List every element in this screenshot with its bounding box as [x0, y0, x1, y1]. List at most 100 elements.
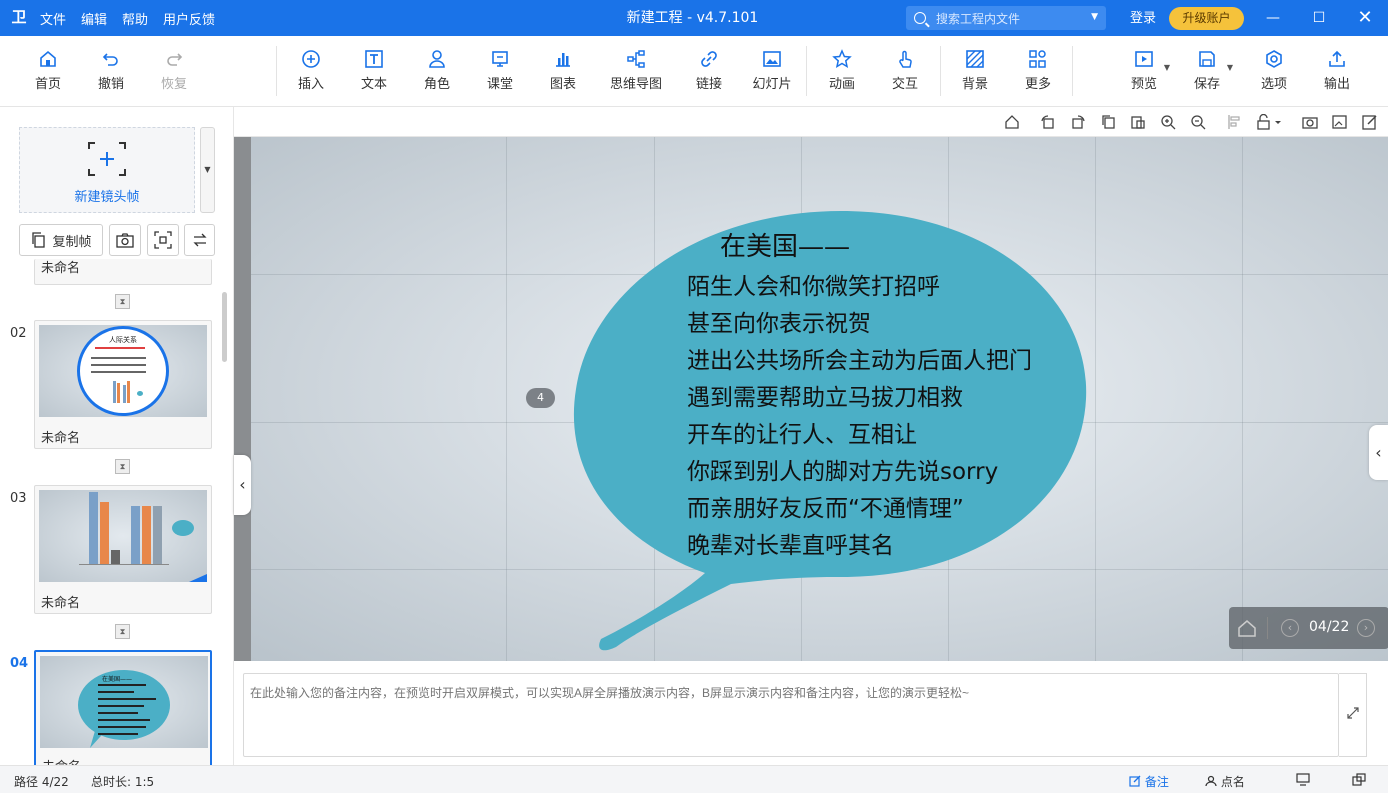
insert-button[interactable]: 插入 — [281, 49, 341, 92]
frame-number-badge[interactable]: 4 — [526, 388, 555, 408]
bar-chart-icon — [556, 53, 570, 67]
chevron-down-icon[interactable]: ▼ — [1164, 63, 1170, 72]
speech-bubble[interactable]: 在美国—— 陌生人会和你微笑打招呼 甚至向你表示祝贺 进出公共场所会主动为后面人… — [571, 209, 1091, 659]
slide-canvas[interactable]: 在美国—— 陌生人会和你微笑打招呼 甚至向你表示祝贺 进出公共场所会主动为后面人… — [251, 137, 1388, 661]
copy-frame-button[interactable]: 复制帧 — [19, 224, 103, 256]
interact-button[interactable]: 交互 — [875, 49, 935, 92]
expand-notes-button[interactable] — [1339, 673, 1367, 757]
toolbar-divider — [1072, 46, 1073, 96]
chevron-down-icon[interactable]: ▼ — [1091, 12, 1098, 22]
chevron-down-icon[interactable]: ▼ — [1227, 63, 1233, 72]
upgrade-button[interactable]: 升级账户 — [1169, 7, 1244, 30]
new-frame-button[interactable]: 新建镜头帧 — [19, 127, 195, 213]
frame-card-02[interactable]: 人际关系 未命名 — [34, 320, 212, 449]
save-icon — [1199, 51, 1215, 67]
grid-line — [1095, 137, 1096, 661]
rollcall-button[interactable]: 点名 — [1205, 773, 1245, 790]
frame-sidebar: 新建镜头帧 ▼ 复制帧 未命名 ⧗ 02 人际关系 未命名 ⧗ 03 未命名 ⧗… — [0, 107, 234, 765]
dual-screen-icon[interactable] — [1352, 773, 1366, 786]
zoom-out-icon[interactable] — [1190, 114, 1206, 130]
lock-icon[interactable] — [1256, 114, 1284, 130]
search-box[interactable]: 搜索工程内文件 ▼ — [906, 6, 1106, 30]
frame-name: 未命名 — [41, 261, 81, 276]
zoom-in-icon[interactable] — [1160, 114, 1176, 130]
slide-line: 而亲朋好友反而“不通情理” — [687, 496, 964, 522]
canvas-toolbar — [234, 107, 1388, 137]
align-left-icon[interactable] — [1227, 114, 1243, 130]
edit-icon[interactable] — [1362, 114, 1378, 130]
redo-button[interactable]: 恢复 — [144, 49, 204, 92]
screen-icon[interactable] — [1296, 773, 1310, 786]
redo-icon — [167, 53, 183, 66]
total-duration: 总时长: 1:5 — [91, 775, 155, 789]
camera-icon — [116, 233, 134, 248]
slide-line: 甚至向你表示祝贺 — [687, 311, 871, 337]
new-frame-dropdown[interactable]: ▼ — [200, 127, 215, 213]
menu-help[interactable]: 帮助 — [122, 9, 148, 28]
snapshot-button[interactable] — [109, 224, 141, 256]
rotate-left-icon[interactable] — [1040, 114, 1056, 130]
transition-icon[interactable]: ⧗ — [115, 624, 130, 639]
more-button[interactable]: 更多 — [1008, 49, 1068, 92]
maximize-button[interactable]: ☐ — [1296, 0, 1342, 36]
toolbar-divider — [806, 46, 807, 96]
export-button[interactable]: 输出 — [1307, 49, 1367, 92]
login-link[interactable]: 登录 — [1130, 0, 1156, 38]
options-button[interactable]: 选项 — [1244, 49, 1304, 92]
collapse-sidebar-button[interactable]: ‹ — [234, 455, 251, 515]
mindmap-button[interactable]: 思维导图 — [602, 49, 670, 92]
minimize-button[interactable]: — — [1250, 0, 1296, 36]
slide-line: 晚辈对长辈直呼其名 — [687, 533, 894, 559]
transition-icon[interactable]: ⧗ — [115, 459, 130, 474]
slide-line: 你踩到别人的脚对方先说sorry — [687, 459, 999, 485]
close-button[interactable]: ✕ — [1342, 0, 1388, 36]
home-icon — [40, 50, 56, 67]
notes-panel — [234, 661, 1388, 765]
canvas-stage[interactable]: 在美国—— 陌生人会和你微笑打招呼 甚至向你表示祝贺 进出公共场所会主动为后面人… — [234, 137, 1388, 661]
chart-button[interactable]: 图表 — [533, 49, 593, 92]
home-icon[interactable] — [1237, 618, 1257, 638]
background-button[interactable]: 背景 — [945, 49, 1005, 92]
text-icon — [365, 50, 383, 68]
rotate-right-icon[interactable] — [1070, 114, 1086, 130]
copy-icon — [32, 232, 46, 248]
link-button[interactable]: 链接 — [679, 49, 739, 92]
grid-line — [506, 137, 507, 661]
text-button[interactable]: 文本 — [344, 49, 404, 92]
classroom-button[interactable]: 课堂 — [470, 49, 530, 92]
frame-card-03[interactable]: 未命名 — [34, 485, 212, 614]
undo-button[interactable]: 撤销 — [81, 49, 141, 92]
frame-card-04[interactable]: 在美国—— 未命名 — [34, 650, 212, 765]
upload-icon — [1329, 50, 1345, 67]
notes-input[interactable] — [243, 673, 1339, 757]
sidebar-scrollbar[interactable] — [222, 292, 227, 362]
frame-thumbnail: 人际关系 — [39, 325, 207, 417]
paste-icon[interactable] — [1130, 114, 1146, 130]
image-edit-icon[interactable] — [1332, 114, 1348, 130]
home-button[interactable]: 首页 — [18, 49, 78, 92]
animation-button[interactable]: 动画 — [812, 49, 872, 92]
save-button[interactable]: 保存 ▼ — [1177, 49, 1237, 92]
classroom-icon — [492, 51, 508, 67]
menu-feedback[interactable]: 用户反馈 — [163, 9, 215, 28]
transition-icon[interactable]: ⧗ — [115, 294, 130, 309]
next-frame-button[interactable]: › — [1357, 619, 1375, 637]
stage-left-margin — [234, 137, 251, 661]
role-button[interactable]: 角色 — [407, 49, 467, 92]
camera-icon[interactable] — [1302, 114, 1318, 130]
plus-circle-icon — [302, 50, 320, 68]
frame-path: 路径 4/22 — [14, 775, 69, 789]
expand-right-panel-button[interactable]: ‹ — [1369, 425, 1388, 480]
prev-frame-button[interactable]: ‹ — [1281, 619, 1299, 637]
slides-button[interactable]: 幻灯片 — [742, 49, 802, 92]
fit-frame-button[interactable] — [147, 224, 179, 256]
new-frame-label: 新建镜头帧 — [74, 190, 140, 205]
switch-frame-button[interactable] — [184, 224, 215, 256]
preview-button[interactable]: 预览 ▼ — [1114, 49, 1174, 92]
notes-toggle[interactable]: 备注 — [1129, 773, 1169, 790]
copy-icon[interactable] — [1100, 114, 1116, 130]
menu-file[interactable]: 文件 — [40, 9, 66, 28]
menu-edit[interactable]: 编辑 — [81, 9, 107, 28]
frame-card-partial[interactable]: 未命名 — [34, 259, 212, 285]
home-view-icon[interactable] — [1004, 114, 1020, 130]
